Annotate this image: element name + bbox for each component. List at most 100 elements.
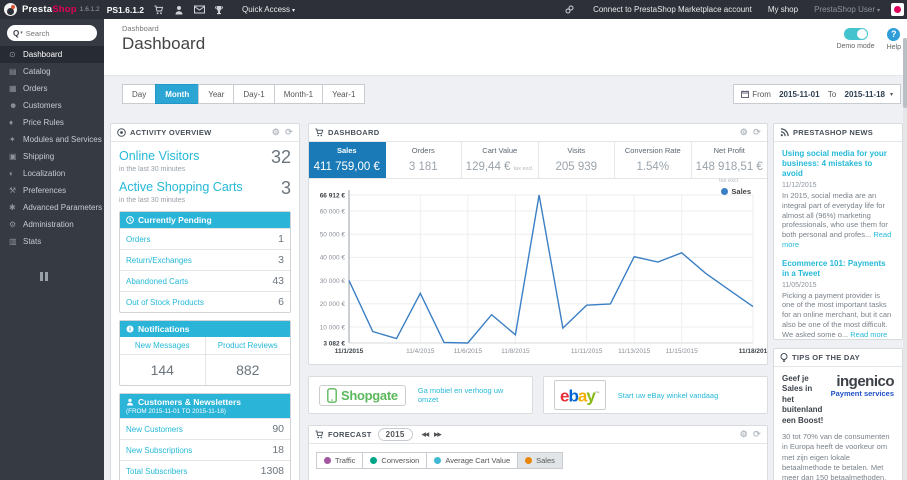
sidebar-item-preferences[interactable]: ⚒ Preferences [0, 182, 104, 199]
forecast-year-pill[interactable]: 2015 [377, 428, 413, 441]
prestashop-news-panel: PRESTASHOP NEWS Using social media for y… [773, 123, 903, 357]
user-avatar[interactable] [891, 3, 904, 16]
shopgate-logo: Shopgate [319, 384, 406, 406]
scrollbar-thumb[interactable] [903, 38, 907, 108]
rss-icon [780, 128, 789, 137]
kpi-net-profit[interactable]: Net Profit 148 918,51 € tax excl. [692, 142, 768, 184]
sidebar-item-administration[interactable]: ⚙ Administration [0, 216, 104, 233]
active-carts-sub: in the last 30 minutes [119, 197, 186, 204]
my-shop-link[interactable]: My shop [768, 5, 798, 14]
forecast-legend-dot [324, 457, 331, 464]
previous-year-button[interactable]: ◀◀ [419, 430, 431, 440]
sales-chart-svg: 3 082 € 10 000 € 20 000 € 30 000 € 40 000 € 5… [320, 190, 767, 355]
sidebar-item-shipping[interactable]: ▣ Shipping [0, 148, 104, 165]
filter-year-button[interactable]: Year [198, 84, 235, 104]
price-rules-icon: ♦ [9, 118, 14, 127]
search-icon: Q [13, 28, 20, 38]
link-icon [565, 5, 585, 14]
kpi-visits[interactable]: Visits 205 939 [539, 142, 615, 178]
demo-mode-toggle[interactable] [843, 28, 868, 40]
sidebar-item-stats[interactable]: ▥ Stats [0, 233, 104, 250]
help-icon[interactable]: ? [887, 28, 901, 41]
kpi-orders[interactable]: Orders 3 181 [386, 142, 462, 178]
catalog-icon: ▤ [9, 67, 17, 76]
kpi-sales[interactable]: Sales 411 759,00 € tax excl. [309, 142, 386, 184]
sidebar-item-catalog[interactable]: ▤ Catalog [0, 63, 104, 80]
kpi-row: Sales 411 759,00 € tax excl. Orders 3 18… [309, 142, 768, 184]
customers-row-new-subscriptions: New Subscriptions 18 [120, 439, 290, 460]
news-article-title[interactable]: Ecommerce 101: Payments in a Tweet [782, 259, 894, 279]
notif-product-reviews: Product Reviews 882 [204, 337, 290, 385]
gear-icon[interactable]: ⚙ [272, 127, 280, 138]
notifications-section: Notifications New Messages 144 Product R… [119, 320, 291, 386]
forecast-legend-conversion[interactable]: Conversion [362, 452, 428, 469]
refresh-icon[interactable]: ⟳ [753, 127, 761, 138]
ingenico-logo: ingenico Payment services [830, 373, 895, 398]
next-year-button[interactable]: ▶▶ [431, 430, 443, 440]
product-reviews-link[interactable]: Product Reviews [205, 337, 290, 355]
prestashop-logo-icon[interactable] [4, 3, 17, 16]
panel-title: TIPS OF THE DAY [792, 353, 860, 362]
shopgate-link[interactable]: Ga mobiel en verhoog uw omzet [418, 386, 522, 404]
info-icon [126, 325, 134, 333]
sidebar-item-advanced-parameters[interactable]: ✱ Advanced Parameters [0, 199, 104, 216]
kpi-conversion-rate[interactable]: Conversion Rate 1.54% [615, 142, 692, 178]
forecast-legend-sales[interactable]: Sales [517, 452, 563, 469]
shopgate-banner[interactable]: Shopgate Ga mobiel en verhoog uw omzet [308, 376, 533, 414]
forecast-legend-traffic[interactable]: Traffic [316, 452, 364, 469]
quick-access-menu[interactable]: Quick Access ▾ [242, 5, 295, 14]
filter-month-button[interactable]: Month [155, 84, 200, 104]
kpi-cart-value[interactable]: Cart Value 129,44 € tax excl. [462, 142, 539, 178]
svg-text:11/1/2015: 11/1/2015 [335, 348, 364, 355]
news-article: Ecommerce 101: Payments in a Tweet 11/05… [782, 259, 894, 340]
read-more-link[interactable]: Read more [850, 330, 887, 339]
gear-icon[interactable]: ⚙ [740, 127, 748, 138]
sidebar-item-price-rules[interactable]: ♦ Price Rules [0, 114, 104, 131]
ebay-banner[interactable]: ebay™ Start uw eBay winkel vandaag [543, 376, 768, 414]
new-messages-link[interactable]: New Messages [120, 337, 205, 355]
svg-text:11/13/2015: 11/13/2015 [618, 348, 650, 355]
chart-legend[interactable]: Sales [721, 187, 751, 196]
forecast-panel: FORECAST 2015 ◀◀ ▶▶ ⚙ ⟳ Traffic Conversi… [308, 425, 768, 480]
date-range-picker[interactable]: From 2015-11-01 To 2015-11-18 ▾ [733, 84, 901, 104]
sidebar-item-dashboard[interactable]: ⊙ Dashboard [0, 46, 104, 63]
brand-version: 1.6.1.2 [79, 6, 100, 13]
marketplace-connect-link[interactable]: Connect to PrestaShop Marketplace accoun… [593, 5, 752, 14]
cart-icon[interactable] [154, 5, 174, 15]
news-article-title[interactable]: Using social media for your business: 4 … [782, 149, 894, 179]
svg-text:10 000 €: 10 000 € [320, 324, 346, 331]
gear-icon[interactable]: ⚙ [740, 429, 748, 440]
page-scrollbar[interactable] [903, 38, 907, 480]
advanced-parameters-icon: ✱ [9, 203, 16, 212]
chevron-down-icon: ▾ [876, 8, 880, 14]
filter-day-1-button[interactable]: Day-1 [233, 84, 275, 104]
sidebar-item-modules[interactable]: ✦ Modules and Services [0, 131, 104, 148]
orders-icon: ▦ [9, 84, 17, 93]
refresh-icon[interactable]: ⟳ [285, 127, 293, 138]
ebay-link[interactable]: Start uw eBay winkel vandaag [618, 391, 718, 400]
active-carts-link[interactable]: Active Shopping Carts [119, 180, 243, 194]
brand[interactable]: PrestaShop [22, 4, 77, 15]
breadcrumb[interactable]: Dashboard [122, 24, 159, 33]
sidebar-item-orders[interactable]: ▦ Orders [0, 80, 104, 97]
forecast-legend-average-cart-value[interactable]: Average Cart Value [426, 452, 519, 469]
panel-title: PRESTASHOP NEWS [793, 128, 874, 137]
sidebar-item-localization[interactable]: ◐ Localization [0, 165, 104, 182]
page-header [104, 19, 907, 76]
trophy-icon[interactable] [214, 5, 234, 15]
profile-icon[interactable] [174, 5, 194, 15]
svg-text:40 000 €: 40 000 € [320, 255, 346, 262]
sidebar-collapse-button[interactable] [40, 272, 104, 281]
filter-day-button[interactable]: Day [122, 84, 157, 104]
user-menu[interactable]: PrestaShop User ▾ [814, 5, 880, 14]
online-visitors-link[interactable]: Online Visitors [119, 149, 199, 163]
activity-overview-panel: ACTIVITY OVERVIEW ⚙ ⟳ Online Visitors 32 … [110, 123, 300, 480]
filter-month-1-button[interactable]: Month-1 [273, 84, 324, 104]
search-input[interactable] [25, 28, 84, 38]
forecast-legend-dot [370, 457, 378, 464]
sidebar-item-customers[interactable]: ☻ Customers [0, 97, 104, 114]
refresh-icon[interactable]: ⟳ [753, 429, 761, 440]
sidebar-search[interactable]: Q ▾ [7, 25, 97, 41]
messages-icon[interactable] [194, 5, 214, 14]
filter-year-1-button[interactable]: Year-1 [322, 84, 366, 104]
